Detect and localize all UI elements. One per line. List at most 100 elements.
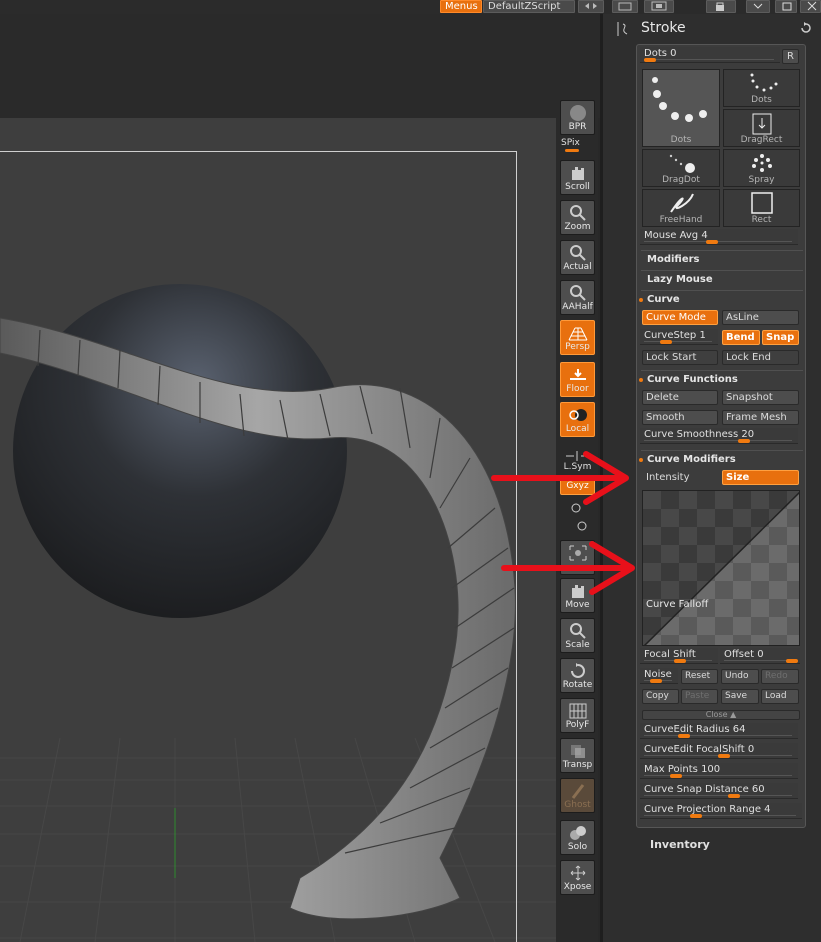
curve-modifiers-section[interactable]: Curve Modifiers xyxy=(639,450,803,468)
max-points-knob[interactable] xyxy=(670,774,682,778)
load-button[interactable]: Load xyxy=(761,689,799,704)
document-frame xyxy=(0,151,517,942)
curvestep-slider[interactable]: CurveStep 1 xyxy=(640,329,718,345)
persp-button[interactable]: Persp xyxy=(560,320,595,355)
lock-start-button[interactable]: Lock Start xyxy=(642,350,718,365)
stroke-spray[interactable]: Spray xyxy=(723,149,800,187)
floor-icon xyxy=(568,366,588,384)
lock-end-button[interactable]: Lock End xyxy=(722,350,799,365)
offset-slider[interactable]: Offset 0 xyxy=(720,648,800,664)
stroke-dragrect[interactable]: DragRect xyxy=(723,109,800,147)
polyf-button[interactable]: PolyF xyxy=(560,698,595,733)
reset-button[interactable]: Reset xyxy=(681,669,718,684)
focal-shift-knob[interactable] xyxy=(674,659,686,663)
menus-button[interactable]: Menus xyxy=(440,0,482,13)
offset-knob[interactable] xyxy=(786,659,798,663)
xpose-button[interactable]: Xpose xyxy=(560,860,595,895)
stroke-dots[interactable]: Dots xyxy=(723,69,800,107)
curve-smoothness-knob[interactable] xyxy=(738,439,750,443)
lazy-mouse-section[interactable]: Lazy Mouse xyxy=(641,270,803,288)
solo-button[interactable]: Solo xyxy=(560,820,595,855)
local-button[interactable]: Local xyxy=(560,402,595,437)
default-zscript-button[interactable]: DefaultZScript xyxy=(483,0,575,13)
save-button[interactable]: Save xyxy=(721,689,759,704)
curveedit-radius-slider[interactable]: CurveEdit Radius 64 xyxy=(640,723,798,739)
mouse-avg-label: Mouse Avg 4 xyxy=(644,230,708,241)
annotation-arrow-falloff xyxy=(501,541,635,595)
r-button[interactable]: R xyxy=(782,49,799,64)
delete-button[interactable]: Delete xyxy=(642,390,718,405)
curve-mode-button[interactable]: Curve Mode xyxy=(642,310,718,325)
zoom-button[interactable]: Zoom xyxy=(560,200,595,235)
scale-button[interactable]: Scale xyxy=(560,618,595,653)
curve-smoothness-slider[interactable]: Curve Smoothness 20 xyxy=(640,428,798,444)
actual-button[interactable]: Actual xyxy=(560,240,595,275)
aahalf-button[interactable]: AAHalf xyxy=(560,280,595,315)
scroll-arrows-icon[interactable] xyxy=(578,0,604,13)
snapshot-button[interactable]: Snapshot xyxy=(722,390,799,405)
floor-button[interactable]: Floor xyxy=(560,362,595,397)
curve-functions-section[interactable]: Curve Functions xyxy=(639,370,803,388)
xpose-label: Xpose xyxy=(563,882,592,892)
spix-label: SPix xyxy=(561,138,580,148)
curve-projection-range-knob[interactable] xyxy=(690,814,702,818)
inventory-section[interactable]: Inventory xyxy=(650,838,710,851)
curve-snap-distance-slider[interactable]: Curve Snap Distance 60 xyxy=(640,783,798,799)
ui-frame-icon[interactable] xyxy=(644,0,674,13)
restore-icon[interactable] xyxy=(775,0,797,13)
curve-section[interactable]: Curve xyxy=(639,290,803,308)
max-points-slider[interactable]: Max Points 100 xyxy=(640,763,798,779)
stroke-dragdot[interactable]: DragDot xyxy=(642,149,720,187)
magnifier-icon xyxy=(568,204,588,222)
noise-slider[interactable]: Noise xyxy=(640,668,678,684)
bpr-button[interactable]: BPR xyxy=(560,100,595,135)
frame-mesh-button[interactable]: Frame Mesh xyxy=(722,410,799,425)
stroke-dots-label: Dots xyxy=(751,95,772,105)
ghost-button[interactable]: Ghost xyxy=(560,778,595,813)
stroke-dots-large[interactable]: Dots xyxy=(642,69,720,147)
redo-button[interactable]: Redo xyxy=(761,669,799,684)
spix-knob[interactable] xyxy=(565,149,579,152)
undo-button[interactable]: Undo xyxy=(721,669,759,684)
noise-knob[interactable] xyxy=(650,679,662,683)
curveedit-radius-knob[interactable] xyxy=(678,734,690,738)
stroke-palette-header[interactable]: Stroke xyxy=(615,18,815,40)
rotate-button[interactable]: Rotate xyxy=(560,658,595,693)
size-button[interactable]: Size xyxy=(722,470,799,485)
dots-small-icon xyxy=(750,73,778,92)
perspective-grid-icon xyxy=(568,324,588,342)
scroll-button[interactable]: Scroll xyxy=(560,160,595,195)
spix-slider[interactable]: SPix xyxy=(561,138,595,152)
modifiers-section[interactable]: Modifiers xyxy=(641,250,803,268)
curve-projection-range-slider[interactable]: Curve Projection Range 4 xyxy=(640,803,802,819)
stroke-dragrect-label: DragRect xyxy=(740,135,783,145)
mouse-avg-slider[interactable]: Mouse Avg 4 xyxy=(640,229,798,245)
dots-slider-knob[interactable] xyxy=(644,58,656,62)
close-icon[interactable] xyxy=(800,0,821,13)
curveedit-focalshift-slider[interactable]: CurveEdit FocalShift 0 xyxy=(640,743,798,759)
intensity-button[interactable]: Intensity xyxy=(642,470,718,485)
paste-button[interactable]: Paste xyxy=(681,689,718,704)
dots-slider[interactable]: Dots 0 xyxy=(640,47,780,63)
close-graph-button[interactable]: Close ▲ xyxy=(642,710,800,720)
focal-shift-slider[interactable]: Focal Shift xyxy=(640,648,718,664)
bend-button[interactable]: Bend xyxy=(722,330,760,345)
rotate-label: Rotate xyxy=(562,680,593,690)
dots-slider-track xyxy=(644,59,774,60)
stroke-freehand[interactable]: FreeHand xyxy=(642,189,720,227)
lock-icon[interactable] xyxy=(706,0,736,13)
refresh-icon[interactable] xyxy=(799,21,813,35)
snap-button[interactable]: Snap xyxy=(762,330,799,345)
transp-button[interactable]: Transp xyxy=(560,738,595,773)
stroke-rect[interactable]: Rect xyxy=(723,189,800,227)
curve-falloff-editor[interactable]: Curve Falloff xyxy=(642,490,800,646)
asline-button[interactable]: AsLine xyxy=(722,310,799,325)
copy-button[interactable]: Copy xyxy=(642,689,679,704)
ui-layout-icon[interactable] xyxy=(612,0,638,13)
curveedit-focalshift-knob[interactable] xyxy=(718,754,730,758)
mouse-avg-knob[interactable] xyxy=(706,240,718,244)
curvestep-knob[interactable] xyxy=(660,340,672,344)
minimize-icon[interactable] xyxy=(746,0,770,13)
curve-snap-distance-knob[interactable] xyxy=(728,794,740,798)
smooth-button[interactable]: Smooth xyxy=(642,410,718,425)
